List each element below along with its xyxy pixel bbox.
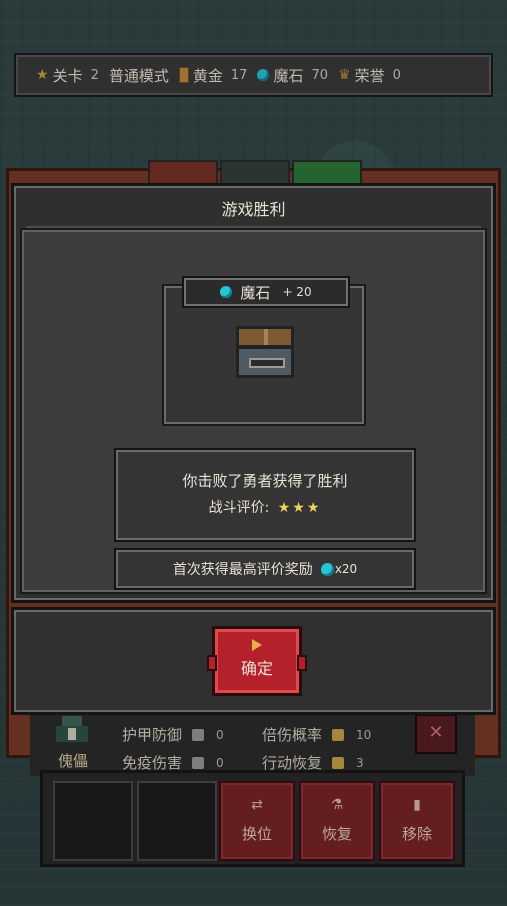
confirm-area: 确定 [11, 607, 496, 715]
confirm-label: 确定 [240, 659, 273, 678]
bonus-box: 首次获得最高评价奖励 x20 [114, 548, 416, 590]
bonus-amount: x20 [334, 562, 358, 576]
confirm-button[interactable]: 确定 [207, 626, 307, 696]
reward-item: 魔石 [240, 283, 271, 302]
button-notch [297, 655, 307, 671]
treasure-chest-icon [236, 326, 294, 378]
result-box: 你击败了勇者获得了胜利 战斗评价: ★★★ [114, 448, 416, 542]
gem-icon [220, 286, 233, 298]
button-notch [207, 655, 217, 671]
gem-icon [320, 562, 334, 576]
reward-tag: 魔石 + 20 [182, 276, 350, 308]
victory-dialog: 游戏胜利 魔石 + 20 你击败了勇者获得了胜利 战斗评价: ★★★ 首次获得最… [11, 183, 496, 603]
play-icon [252, 639, 262, 651]
dialog-title: 游戏胜利 [26, 194, 481, 228]
rating-row: 战斗评价: ★★★ [116, 497, 414, 517]
rating-label: 战斗评价: [208, 500, 270, 516]
reward-box: 魔石 + 20 [162, 276, 366, 426]
rating-stars: ★★★ [277, 500, 322, 516]
dialog-panel: 魔石 + 20 你击败了勇者获得了胜利 战斗评价: ★★★ 首次获得最高评价奖励… [20, 228, 487, 594]
result-text: 你击败了勇者获得了胜利 [182, 472, 348, 490]
bonus-text: 首次获得最高评价奖励 [172, 562, 313, 578]
reward-amount: + 20 [282, 285, 312, 299]
